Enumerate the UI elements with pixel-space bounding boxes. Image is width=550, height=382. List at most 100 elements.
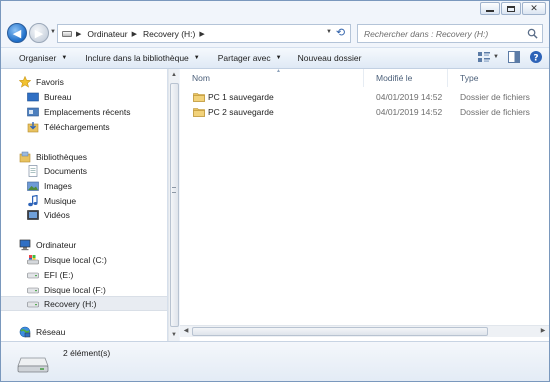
change-view-icon[interactable] bbox=[477, 50, 491, 64]
explorer-window: ✕ ◀ ▶ ▼ ▶ Ordinateur ▶ Recovery (H:) ▶ ▼… bbox=[0, 0, 550, 382]
sidebar-item-disk-f[interactable]: Disque local (F:) bbox=[27, 283, 106, 297]
system-drive-icon bbox=[27, 255, 39, 265]
libraries-icon bbox=[19, 151, 31, 163]
folder-icon bbox=[193, 93, 205, 102]
documents-icon bbox=[28, 165, 38, 177]
nav-computer[interactable]: Ordinateur bbox=[19, 238, 76, 252]
search-box[interactable] bbox=[357, 24, 543, 43]
refresh-icon[interactable]: ⟲ bbox=[334, 27, 347, 40]
sidebar-item-downloads[interactable]: Téléchargements bbox=[27, 120, 110, 134]
table-row[interactable]: PC 1 sauvegarde 04/01/2019 14:52 Dossier… bbox=[180, 90, 549, 104]
scroll-up-icon[interactable]: ▲ bbox=[169, 69, 179, 81]
file-type: Dossier de fichiers bbox=[460, 92, 530, 102]
recent-pages-dropdown[interactable]: ▼ bbox=[50, 29, 56, 35]
chevron-right-icon[interactable]: ▶ bbox=[76, 30, 81, 38]
chevron-right-icon[interactable]: ▶ bbox=[132, 30, 137, 38]
chevron-down-icon: ▼ bbox=[61, 55, 68, 61]
nav-network[interactable]: Réseau bbox=[19, 325, 65, 339]
sidebar-item-label: Documents bbox=[44, 166, 87, 176]
sidebar-item-label: EFI (E:) bbox=[44, 270, 74, 280]
sidebar-item-label: Vidéos bbox=[44, 210, 70, 220]
scrollbar-thumb[interactable] bbox=[192, 327, 488, 336]
organize-button[interactable]: Organiser ▼ bbox=[11, 49, 75, 67]
sidebar-item-label: Emplacements récents bbox=[44, 107, 131, 117]
nav-favorites-label: Favoris bbox=[36, 77, 64, 87]
breadcrumb-recovery[interactable]: Recovery (H:) bbox=[143, 29, 195, 39]
nav-computer-label: Ordinateur bbox=[36, 240, 77, 250]
sidebar-item-desktop[interactable]: Bureau bbox=[27, 90, 71, 104]
scrollbar-thumb[interactable] bbox=[170, 83, 179, 327]
view-dropdown-icon[interactable]: ▼ bbox=[493, 54, 499, 60]
videos-icon bbox=[27, 210, 39, 220]
file-modified: 04/01/2019 14:52 bbox=[376, 107, 443, 117]
breadcrumb-computer[interactable]: Ordinateur bbox=[87, 29, 127, 39]
include-library-label: Inclure dans la bibliothèque bbox=[85, 53, 189, 63]
back-button[interactable]: ◀ bbox=[7, 23, 27, 43]
sidebar-item-disk-c[interactable]: Disque local (C:) bbox=[27, 253, 107, 267]
sidebar-item-images[interactable]: Images bbox=[27, 179, 72, 193]
nav-libraries[interactable]: Bibliothèques bbox=[19, 150, 87, 164]
column-header-name[interactable]: Nom bbox=[180, 69, 364, 87]
file-name: PC 1 sauvegarde bbox=[208, 92, 274, 102]
details-pane: 2 élément(s) bbox=[1, 341, 549, 381]
scroll-grip-icon bbox=[172, 187, 176, 193]
downloads-icon bbox=[27, 122, 39, 133]
navigation-scrollbar[interactable]: ▲ ▼ bbox=[168, 69, 179, 341]
share-with-label: Partager avec bbox=[217, 53, 271, 63]
preview-pane-icon[interactable] bbox=[507, 50, 521, 64]
maximize-button[interactable] bbox=[501, 2, 521, 15]
chevron-right-icon[interactable]: ▶ bbox=[199, 30, 204, 38]
nav-favorites[interactable]: Favoris bbox=[19, 75, 64, 89]
music-icon bbox=[28, 195, 38, 207]
scroll-down-icon[interactable]: ▼ bbox=[169, 329, 179, 341]
sidebar-item-efi[interactable]: EFI (E:) bbox=[27, 268, 73, 282]
drive-icon bbox=[27, 272, 39, 279]
column-header-modified[interactable]: Modifié le bbox=[364, 69, 448, 87]
address-bar[interactable]: ▶ Ordinateur ▶ Recovery (H:) ▶ ▼ ⟲ bbox=[57, 24, 351, 43]
sidebar-item-recent[interactable]: Emplacements récents bbox=[27, 105, 130, 119]
sidebar-item-label: Images bbox=[44, 181, 72, 191]
sidebar-item-label: Disque local (F:) bbox=[44, 285, 106, 295]
file-name: PC 2 sauvegarde bbox=[208, 107, 274, 117]
horizontal-scrollbar[interactable]: ◀ ▶ bbox=[180, 325, 549, 337]
close-button[interactable]: ✕ bbox=[522, 2, 546, 15]
command-bar: Organiser ▼ Inclure dans la bibliothèque ▼… bbox=[1, 47, 549, 69]
nav-network-label: Réseau bbox=[36, 327, 66, 337]
new-folder-button[interactable]: Nouveau dossier bbox=[290, 49, 370, 67]
close-icon: ✕ bbox=[530, 3, 538, 14]
column-header-label: Type bbox=[460, 73, 479, 83]
scroll-right-icon[interactable]: ▶ bbox=[537, 326, 549, 337]
folder-icon bbox=[193, 108, 205, 117]
item-count: 2 élément(s) bbox=[63, 348, 111, 358]
organize-label: Organiser bbox=[19, 53, 57, 63]
minimize-button[interactable] bbox=[480, 2, 500, 15]
desktop-icon bbox=[27, 92, 39, 102]
drive-icon bbox=[62, 30, 72, 37]
include-library-button[interactable]: Inclure dans la bibliothèque ▼ bbox=[77, 49, 207, 67]
sidebar-item-videos[interactable]: Vidéos bbox=[27, 208, 70, 222]
recent-places-icon bbox=[27, 107, 39, 117]
address-dropdown-icon[interactable]: ▼ bbox=[326, 29, 332, 35]
sidebar-item-music[interactable]: Musique bbox=[27, 194, 76, 208]
share-with-button[interactable]: Partager avec ▼ bbox=[210, 49, 290, 67]
new-folder-label: Nouveau dossier bbox=[297, 53, 362, 63]
back-arrow-icon: ◀ bbox=[12, 27, 22, 40]
caption-buttons: ✕ bbox=[479, 2, 546, 15]
scroll-left-icon[interactable]: ◀ bbox=[180, 326, 192, 337]
sidebar-item-label: Disque local (C:) bbox=[44, 255, 107, 265]
sidebar-item-documents[interactable]: Documents bbox=[27, 164, 87, 178]
table-row[interactable]: PC 2 sauvegarde 04/01/2019 14:52 Dossier… bbox=[180, 105, 549, 119]
column-header-type[interactable]: Type bbox=[448, 69, 549, 87]
network-icon bbox=[19, 326, 31, 338]
chevron-down-icon: ▼ bbox=[275, 55, 282, 61]
help-icon[interactable]: ? bbox=[529, 50, 543, 64]
navigation-pane: Favoris Bureau Emplacements récents Télé… bbox=[1, 69, 168, 341]
file-modified: 04/01/2019 14:52 bbox=[376, 92, 443, 102]
sidebar-item-recovery[interactable]: Recovery (H:) bbox=[1, 296, 167, 311]
search-icon[interactable] bbox=[527, 28, 538, 39]
forward-button[interactable]: ▶ bbox=[29, 23, 49, 43]
file-type: Dossier de fichiers bbox=[460, 107, 530, 117]
search-input[interactable] bbox=[364, 28, 524, 39]
column-header-label: Modifié le bbox=[376, 73, 413, 83]
file-list: ▲ Nom Modifié le Type PC 1 sauvegarde 04… bbox=[180, 68, 549, 341]
